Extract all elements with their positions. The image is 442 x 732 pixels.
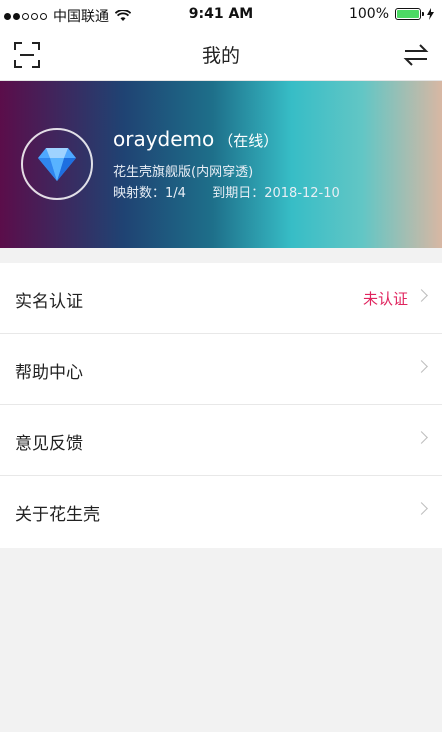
status-bar: 中国联通 9:41 AM 100% [0, 0, 442, 28]
chevron-right-icon [415, 502, 428, 515]
diamond-icon [38, 148, 76, 181]
status-right: 100% [349, 6, 434, 22]
menu-item-label: 意见反馈 [15, 434, 83, 454]
username-line: oraydemo （在线） [113, 127, 278, 151]
chevron-right-icon [415, 431, 428, 444]
menu-item-label: 帮助中心 [15, 363, 83, 383]
menu-item-label: 关于花生壳 [15, 505, 100, 525]
avatar[interactable] [21, 128, 93, 200]
chevron-right-icon [415, 289, 428, 302]
menu-item-help[interactable]: 帮助中心 [0, 334, 442, 405]
nav-bar: 我的 [0, 28, 442, 81]
profile-card[interactable]: oraydemo （在线） 花生壳旗舰版(内网穿透) 映射数：1/4 到期日：20… [0, 81, 442, 248]
battery-percent: 100% [348, 6, 389, 22]
expiry-value: 2018-12-10 [264, 186, 340, 201]
menu-list: 实名认证 未认证 帮助中心 意见反馈 关于花生壳 [0, 263, 442, 548]
plan-name: 花生壳旗舰版(内网穿透) [113, 165, 254, 180]
username: oraydemo [113, 127, 215, 151]
status-badge: 未认证 [362, 290, 408, 308]
account-meta: 映射数：1/4 到期日：2018-12-10 [113, 182, 340, 201]
menu-item-label: 实名认证 [15, 292, 83, 312]
chevron-right-icon [415, 360, 428, 373]
menu-item-about[interactable]: 关于花生壳 [0, 476, 442, 548]
online-status: （在线） [218, 132, 279, 150]
expiry-label: 到期日： [212, 186, 265, 201]
switch-arrows-icon[interactable] [402, 42, 430, 68]
page-title: 我的 [201, 45, 240, 67]
menu-item-feedback[interactable]: 意见反馈 [0, 405, 442, 476]
charging-bolt-icon [427, 8, 434, 20]
mapping-label: 映射数： [113, 186, 166, 201]
battery-icon [395, 8, 424, 20]
menu-item-real-name[interactable]: 实名认证 未认证 [0, 263, 442, 334]
mapping-value: 1/4 [165, 186, 186, 201]
